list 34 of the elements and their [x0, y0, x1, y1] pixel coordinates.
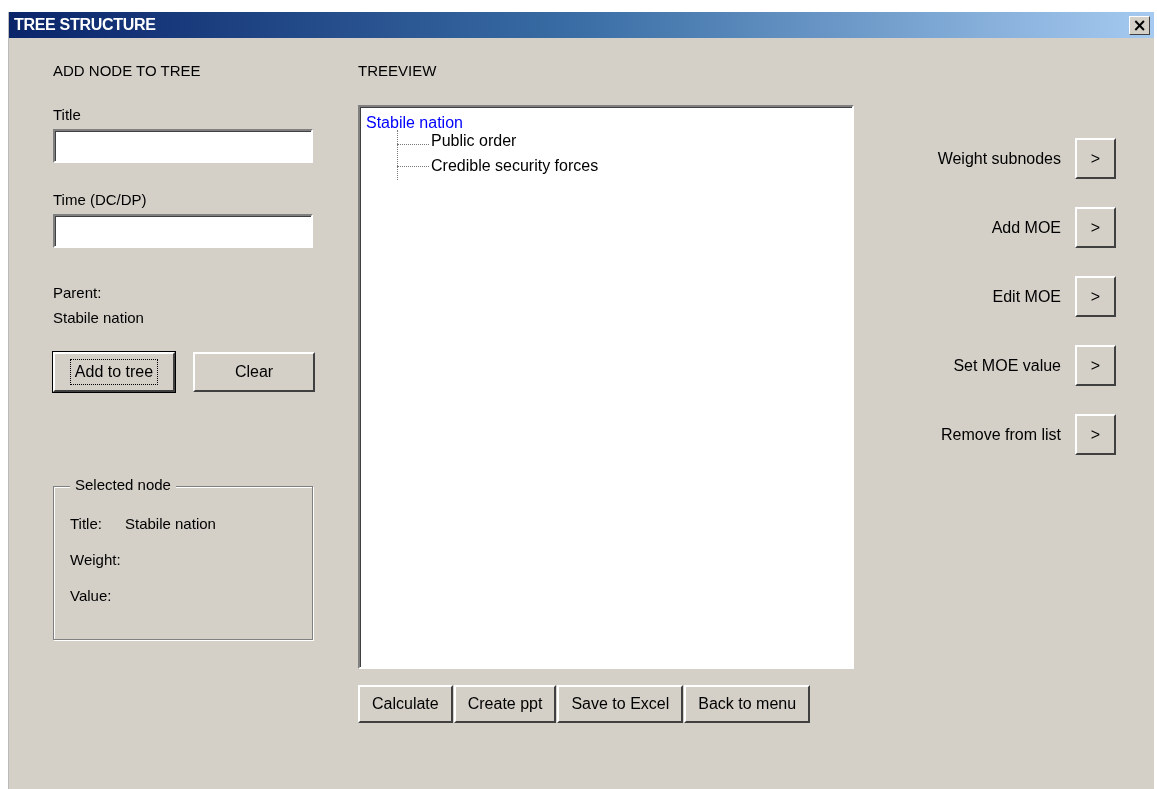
- field-label: Time (DC/DP): [53, 191, 148, 208]
- arrow-button[interactable]: >: [1075, 138, 1116, 179]
- input-field[interactable]: [53, 129, 313, 163]
- action-label: Set MOE value: [953, 356, 1061, 375]
- toolbar-button[interactable]: Back to menu: [684, 685, 811, 723]
- tree-node[interactable]: Public order: [429, 132, 519, 150]
- toolbar-button[interactable]: Create ppt: [453, 685, 557, 723]
- tree-node[interactable]: Credible security forces: [429, 157, 601, 175]
- action-label: Edit MOE: [992, 287, 1061, 306]
- info-value: Stabile nation: [125, 515, 216, 532]
- action-label: Add MOE: [991, 218, 1061, 237]
- group-caption: Selected node: [70, 476, 176, 493]
- section-heading: ADD NODE TO TREE: [53, 62, 202, 81]
- toolbar-button[interactable]: Calculate: [358, 685, 453, 723]
- close-button[interactable]: ×: [1129, 15, 1150, 35]
- tree-node[interactable]: Stabile nation: [364, 114, 465, 132]
- info-label: Title:: [70, 515, 103, 532]
- arrow-button[interactable]: >: [1075, 276, 1116, 317]
- action-label: Weight subnodes: [937, 149, 1061, 168]
- section-heading: TREEVIEW: [358, 62, 438, 81]
- info-label: Weight:: [70, 551, 122, 568]
- arrow-button[interactable]: >: [1075, 207, 1116, 248]
- form-button[interactable]: Clear: [193, 352, 315, 392]
- field-label: Title: [53, 106, 82, 123]
- arrow-button[interactable]: >: [1075, 345, 1116, 386]
- info-label: Value:: [70, 587, 113, 604]
- action-label: Remove from list: [940, 425, 1061, 444]
- parent-label: Parent:: [53, 284, 103, 301]
- input-field[interactable]: [53, 214, 313, 248]
- parent-value: Stabile nation: [53, 309, 145, 326]
- form-button[interactable]: Add to tree: [53, 352, 175, 392]
- window-title: TREE STRUCTURE: [14, 16, 156, 34]
- arrow-button[interactable]: >: [1075, 414, 1116, 455]
- toolbar-button[interactable]: Save to Excel: [557, 685, 684, 723]
